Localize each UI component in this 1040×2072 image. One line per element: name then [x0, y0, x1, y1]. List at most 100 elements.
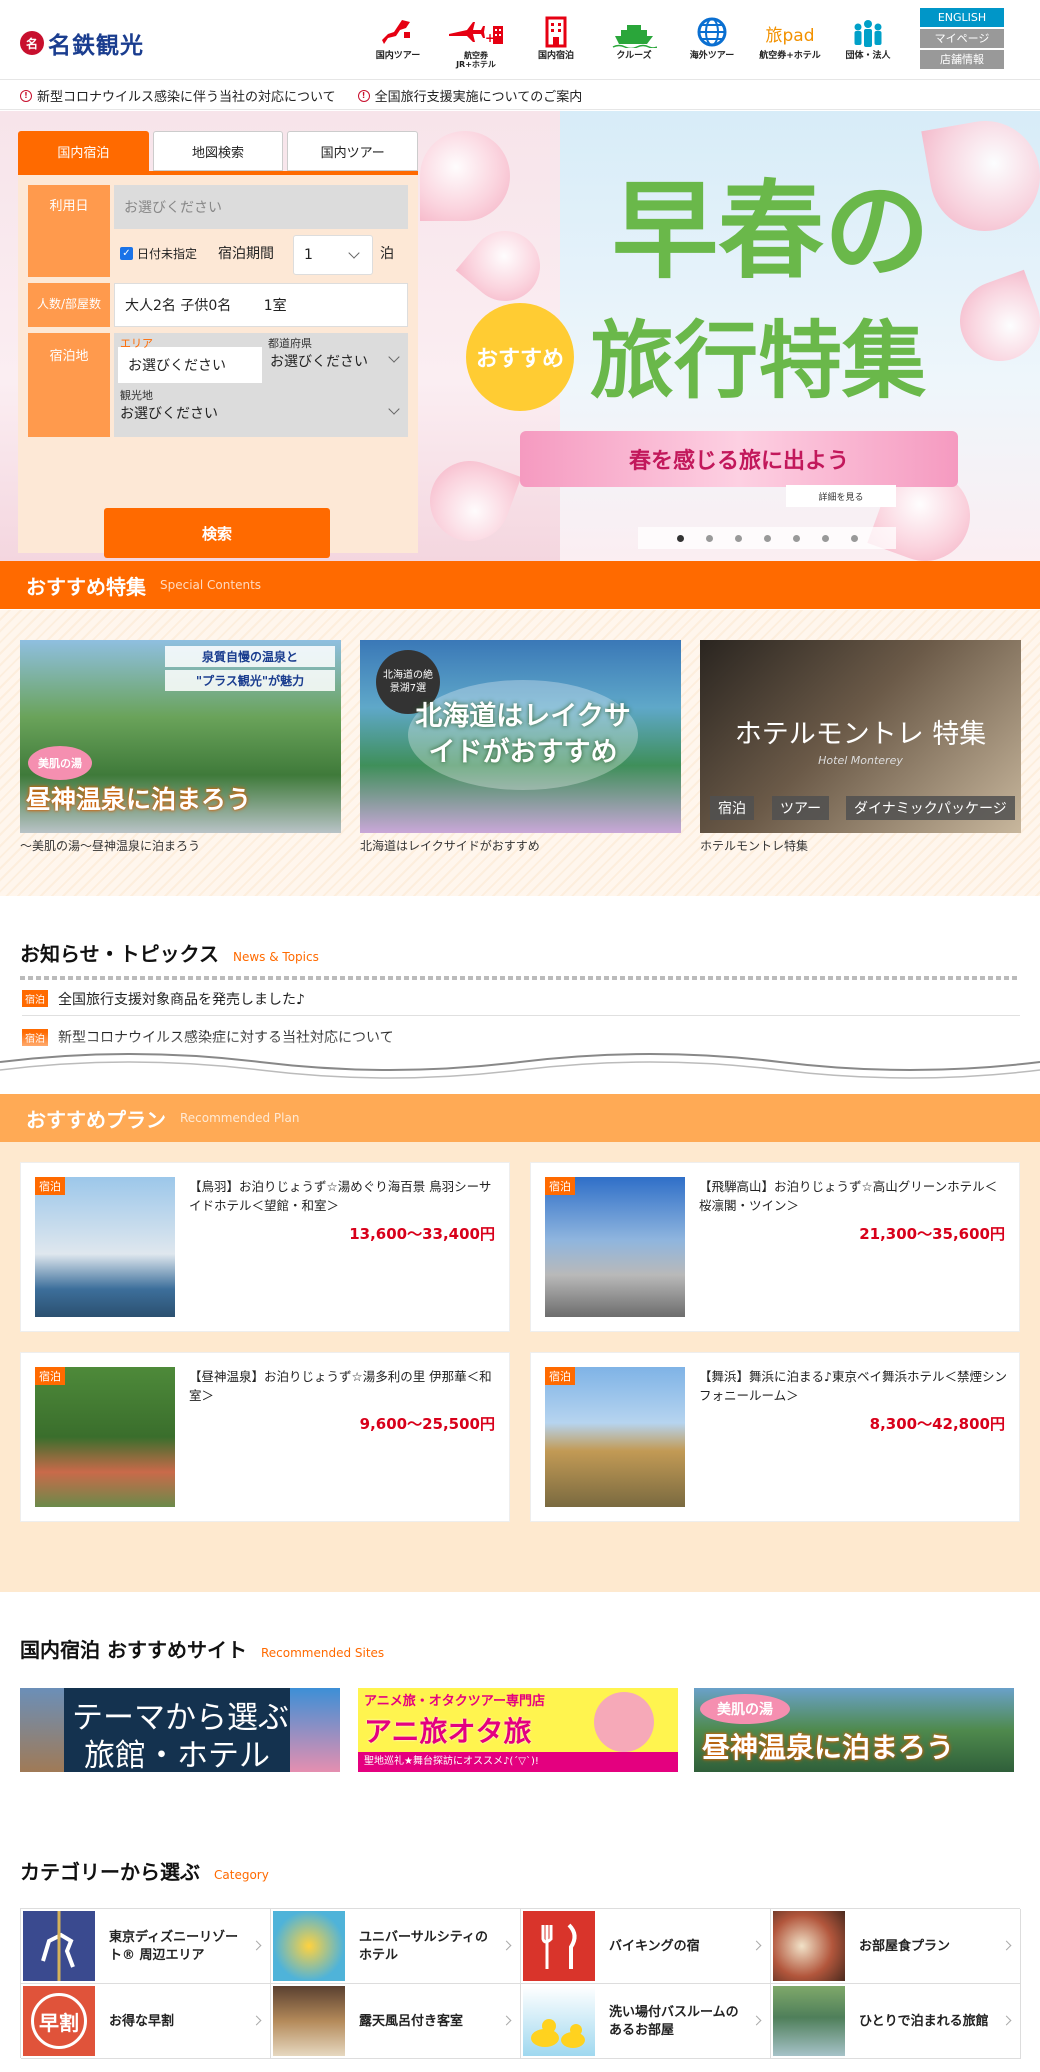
site-banner-hirugami[interactable]: 美肌の湯 昼神温泉に泊まろう: [694, 1688, 1014, 1772]
nights-select[interactable]: 1: [293, 235, 373, 275]
category-usj[interactable]: ユニバーサルシティのホテル: [271, 1909, 521, 1984]
special-card-image: ホテルモントレ 特集 Hotel Monterey 宿泊 ツアー ダイナミックパ…: [700, 640, 1021, 833]
tab-map-search[interactable]: 地図検索: [152, 131, 284, 171]
news-item[interactable]: 宿泊 全国旅行支援対象商品を発売しました♪: [22, 982, 1020, 1016]
usj-illustration-icon: [273, 1911, 345, 1981]
people-room-input[interactable]: 大人2名 子供0名 1室: [114, 283, 408, 327]
special-card-image: 北海道の絶景湖7選 北海道はレイクサイドがおすすめ: [360, 640, 681, 833]
fork-knife-icon: [523, 1911, 595, 1981]
recommended-sites-header: 国内宿泊 おすすめサイト Recommended Sites: [20, 1634, 384, 1663]
nav-label: 国内宿泊: [537, 51, 574, 61]
plan-card[interactable]: 宿泊 【舞浜】舞浜に泊まる♪東京ベイ舞浜ホテル＜禁煙シンフォニールーム＞ 8,3…: [530, 1352, 1020, 1522]
plan-price: 13,600～33,400円: [349, 1225, 495, 1243]
hero-title-line2: 旅行特集: [590, 311, 927, 410]
plan-price: 9,600～25,500円: [359, 1415, 495, 1433]
nav-air-jr-hotel[interactable]: + 航空券 JR+ホテル: [438, 14, 514, 69]
cherry-blossom-decoration: [455, 216, 555, 316]
special-card-monterey[interactable]: ホテルモントレ 特集 Hotel Monterey 宿泊 ツアー ダイナミックパ…: [700, 640, 1021, 854]
image-tag: ツアー: [772, 796, 830, 820]
search-box: 国内宿泊 地図検索 国内ツアー 利用日 お選びください ✓ 日付未指定 宿泊期間…: [18, 131, 419, 558]
banner-title: アニ旅オタ旅: [364, 1715, 532, 1748]
nav-group[interactable]: 団体・法人: [830, 14, 906, 68]
notice-text: 全国旅行支援実施についてのご案内: [374, 90, 583, 105]
nav-tabipad[interactable]: 旅pad 航空券+ホテル: [752, 14, 828, 68]
section-subtitle: News & Topics: [233, 950, 319, 964]
slider-dot[interactable]: [763, 534, 771, 542]
special-card-hokkaido[interactable]: 北海道の絶景湖7選 北海道はレイクサイドがおすすめ 北海道はレイクサイドがおすす…: [360, 640, 681, 854]
slider-dot[interactable]: [850, 534, 858, 542]
notice-link-travel-support[interactable]: ! 全国旅行支援実施についてのご案内: [357, 86, 583, 105]
plan-card[interactable]: 宿泊 【昼神温泉】お泊りじょうず☆湯多利の里 伊那華＜和室＞ 9,600～25,…: [20, 1352, 510, 1522]
plan-tag: 宿泊: [35, 1177, 65, 1195]
people-label: 人数/部屋数: [28, 283, 110, 327]
store-info-button[interactable]: 店舗情報: [920, 50, 1004, 69]
slider-dot[interactable]: [734, 534, 742, 542]
site-header: 名 名鉄観光 国内ツアー + 航空券 JR+ホテル 国内宿泊 クルーズ 海外ツアー…: [0, 0, 1040, 80]
news-fade-wave: [0, 1032, 1040, 1084]
site-banner-theme-hotel[interactable]: テーマから選ぶ 旅館・ホテル: [20, 1688, 340, 1772]
special-card-hirugami[interactable]: 泉質自慢の温泉と "プラス観光"が魅力 美肌の湯 昼神温泉に泊まろう ～美肌の湯…: [20, 640, 341, 854]
banner-photo: [290, 1688, 340, 1772]
utility-links: ENGLISH マイページ 店舗情報: [920, 8, 1004, 71]
checkbox-label: 日付未指定: [137, 247, 198, 261]
carousel-horse-icon: [23, 1911, 95, 1981]
nav-overseas-tour[interactable]: 海外ツアー: [674, 14, 750, 68]
mypage-button[interactable]: マイページ: [920, 29, 1004, 48]
spot-select[interactable]: お選びください: [120, 403, 406, 423]
category-grid: 東京ディズニーリゾート® 周辺エリア ユニバーサルシティのホテル バイキングの宿…: [20, 1908, 1021, 2059]
globe-icon: [697, 17, 727, 47]
section-subtitle: Special Contents: [160, 578, 262, 592]
english-button[interactable]: ENGLISH: [920, 8, 1004, 27]
notice-bar: ! 新型コロナウイルス感染に伴う当社の対応について ! 全国旅行支援実施についてのご…: [0, 82, 1040, 110]
category-bathroom[interactable]: 洗い場付バスルームのあるお部屋: [521, 1984, 771, 2059]
checkbox-checked-icon: ✓: [120, 247, 133, 260]
category-room-dining[interactable]: お部屋食プラン: [771, 1909, 1021, 1984]
search-button[interactable]: 検索: [104, 508, 330, 558]
category-solo-stay[interactable]: ひとりで泊まれる旅館: [771, 1984, 1021, 2059]
site-logo[interactable]: 名 名鉄観光: [20, 26, 144, 60]
date-label: 利用日: [28, 185, 110, 277]
nav-cruise[interactable]: クルーズ: [596, 14, 672, 68]
category-open-air-bath[interactable]: 露天風呂付き客室: [271, 1984, 521, 2059]
plan-card[interactable]: 宿泊 【鳥羽】お泊りじょうず☆湯めぐり海百景 鳥羽シーサイドホテル＜望館・和室＞…: [20, 1162, 510, 1332]
hero-detail-button[interactable]: 詳細を見る: [786, 485, 896, 507]
category-tdr[interactable]: 東京ディズニーリゾート® 周辺エリア: [21, 1909, 271, 1984]
period-label: 宿泊期間: [218, 246, 274, 262]
cruise-ship-icon: [612, 25, 657, 48]
plan-card[interactable]: 宿泊 【飛騨高山】お泊りじょうず☆高山グリーンホテル＜桜凛閣・ツイン＞ 21,3…: [530, 1162, 1020, 1332]
logo-mark-icon: 名: [20, 31, 44, 55]
plan-title: 【飛騨高山】お泊りじょうず☆高山グリーンホテル＜桜凛閣・ツイン＞: [699, 1179, 998, 1213]
category-label: バイキングの宿: [609, 1938, 700, 1954]
image-tag: ダイナミックパッケージ: [846, 796, 1015, 820]
category-image-text: 早割: [31, 1993, 87, 2049]
slider-dot[interactable]: [676, 534, 684, 542]
slider-dot[interactable]: [705, 534, 713, 542]
area-select[interactable]: お選びください: [118, 347, 262, 383]
slider-dot[interactable]: [792, 534, 800, 542]
tab-domestic-tour[interactable]: 国内ツアー: [287, 131, 419, 171]
group-people-icon: [854, 20, 882, 47]
news-header: お知らせ・トピックス News & Topics: [20, 938, 319, 967]
category-label: ユニバーサルシティのホテル: [359, 1929, 488, 1963]
tab-domestic-stay[interactable]: 国内宿泊: [18, 131, 149, 171]
plan-image: 宿泊: [35, 1367, 175, 1507]
slider-dot[interactable]: [821, 534, 829, 542]
image-tag: 宿泊: [710, 796, 754, 820]
plan-tag: 宿泊: [545, 1177, 575, 1195]
image-subtitle: Hotel Monterey: [818, 754, 903, 767]
date-undecided-checkbox[interactable]: ✓ 日付未指定: [120, 245, 197, 262]
date-input[interactable]: お選びください: [114, 185, 408, 229]
category-buffet[interactable]: バイキングの宿: [521, 1909, 771, 1984]
category-label: 露天風呂付き客室: [359, 2013, 464, 2029]
plan-tag: 宿泊: [35, 1367, 65, 1385]
banner-text: 聖地巡礼★舞台探訪にオススメ♪(´▽`)!: [358, 1752, 678, 1772]
category-early-booking[interactable]: 早割 お得な早割: [21, 1984, 271, 2059]
nav-domestic-stay[interactable]: 国内宿泊: [518, 14, 594, 68]
notice-link-covid[interactable]: ! 新型コロナウイルス感染に伴う当社の対応について: [20, 86, 336, 105]
prefecture-select[interactable]: お選びください: [270, 351, 368, 371]
banner-photo: [20, 1688, 64, 1772]
anime-character-icon: [594, 1692, 654, 1752]
nav-domestic-tour[interactable]: 国内ツアー: [360, 14, 436, 68]
section-subtitle: Recommended Sites: [260, 1646, 385, 1660]
site-banner-anitabi[interactable]: アニメ旅・オタクツアー専門店 アニ旅オタ旅 聖地巡礼★舞台探訪にオススメ♪(´▽…: [358, 1688, 678, 1772]
